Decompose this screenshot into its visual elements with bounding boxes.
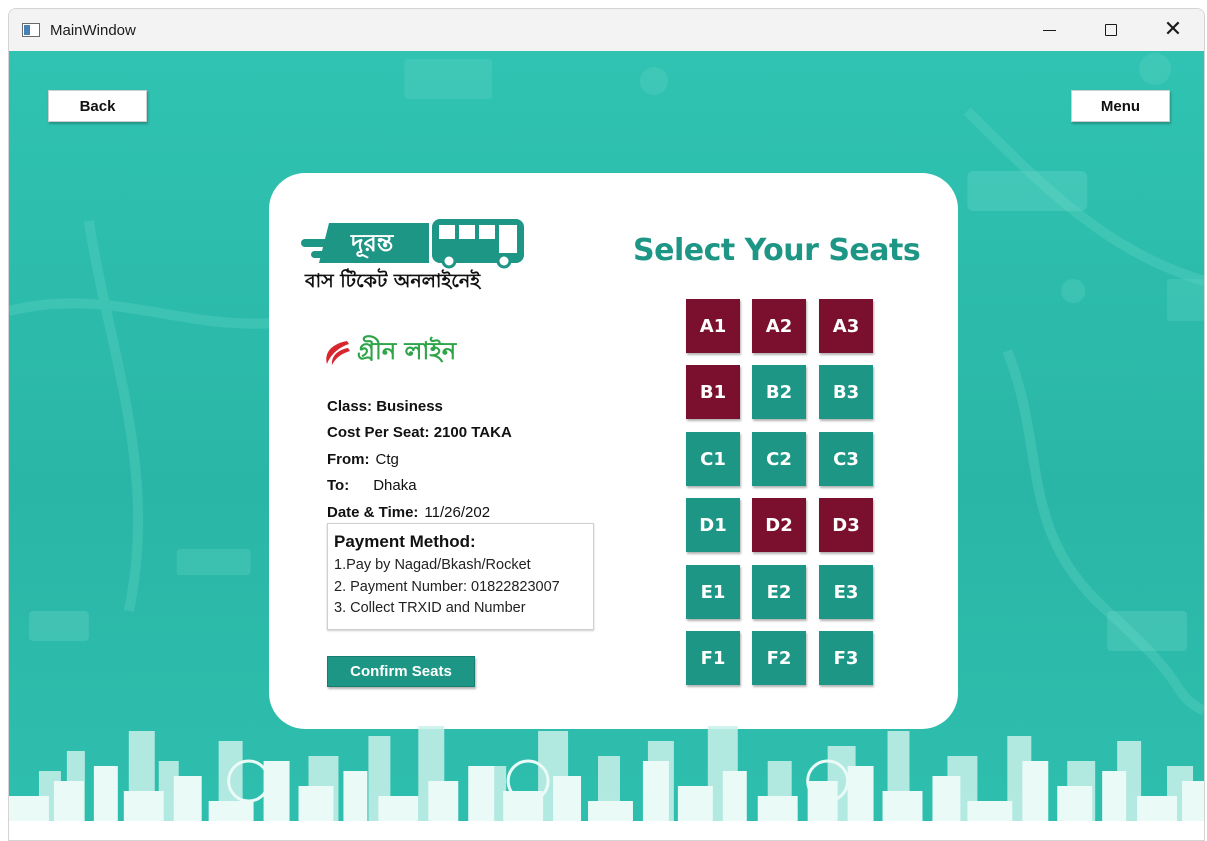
from-row: From: Ctg (327, 446, 512, 473)
app-icon (22, 23, 40, 37)
datetime-row: Date & Time: 11/26/202 (327, 499, 512, 526)
from-label: From: (327, 450, 370, 468)
seat-c3[interactable]: C3 (819, 432, 873, 486)
from-value: Ctg (375, 450, 399, 468)
brand-tagline: বাস টিকেট অনলাইনেই (305, 270, 481, 292)
seat-a2[interactable]: A2 (752, 299, 806, 353)
operator-swoosh-icon (326, 341, 350, 365)
seat-b2[interactable]: B2 (752, 365, 806, 419)
seat-a1[interactable]: A1 (686, 299, 740, 353)
cost-row: Cost Per Seat: 2100 TAKA (327, 420, 512, 447)
payment-line-2: 2. Payment Number: 01822823007 (334, 578, 560, 595)
seat-e2[interactable]: E2 (752, 565, 806, 619)
operator-logo: গ্রীন লাইন (321, 333, 491, 373)
datetime-label: Date & Time: (327, 503, 419, 521)
cost-label: Cost Per Seat: 2100 TAKA (327, 424, 512, 442)
minimize-button[interactable] (1018, 9, 1080, 51)
payment-title: Payment Method: (334, 532, 476, 551)
seat-selection-title: Select Your Seats (633, 233, 921, 268)
seat-e3[interactable]: E3 (819, 565, 873, 619)
trip-info: Class: Business Cost Per Seat: 2100 TAKA… (327, 393, 512, 526)
booking-card: দূরন্ত বাস টিকেট অনলাইনেই গ্রীন লাইন Cla… (269, 173, 958, 729)
seat-d3[interactable]: D3 (819, 498, 873, 552)
maximize-icon (1105, 24, 1117, 36)
close-icon: ✕ (1163, 17, 1183, 42)
window-title: MainWindow (50, 21, 136, 39)
to-value: Dhaka (373, 477, 417, 495)
seat-b1[interactable]: B1 (686, 365, 740, 419)
class-row: Class: Business (327, 393, 512, 420)
to-row: To: Dhaka (327, 473, 512, 500)
datetime-value: 11/26/202 (424, 503, 491, 521)
seat-c1[interactable]: C1 (686, 432, 740, 486)
seat-b3[interactable]: B3 (819, 365, 873, 419)
back-button[interactable]: Back (48, 90, 147, 122)
seat-d1[interactable]: D1 (686, 498, 740, 552)
seat-a3[interactable]: A3 (819, 299, 873, 353)
operator-name: গ্রীন লাইন (357, 337, 457, 365)
seat-e1[interactable]: E1 (686, 565, 740, 619)
menu-button[interactable]: Menu (1071, 90, 1170, 122)
seat-f1[interactable]: F1 (686, 631, 740, 685)
ground-strip (9, 821, 1204, 840)
seat-d2[interactable]: D2 (752, 498, 806, 552)
seat-c2[interactable]: C2 (752, 432, 806, 486)
payment-line-3: 3. Collect TRXID and Number (334, 600, 526, 616)
svg-text:দূরন্ত: দূরন্ত (350, 229, 395, 258)
confirm-seats-button[interactable]: Confirm Seats (327, 656, 475, 687)
payment-line-1: 1.Pay by Nagad/Bkash/Rocket (334, 557, 531, 573)
seat-f3[interactable]: F3 (819, 631, 873, 685)
payment-method-box: Payment Method: 1.Pay by Nagad/Bkash/Roc… (327, 523, 594, 630)
main-window: MainWindow ✕ Back Menu দূরন্ত বাস টিকেট … (8, 8, 1205, 841)
close-button[interactable]: ✕ (1142, 9, 1204, 51)
maximize-button[interactable] (1080, 9, 1142, 51)
to-label: To: (327, 477, 350, 495)
minimize-icon (1042, 29, 1056, 31)
class-label: Class: Business (327, 397, 443, 415)
seat-f2[interactable]: F2 (752, 631, 806, 685)
window-controls: ✕ (1018, 9, 1204, 51)
title-bar[interactable]: MainWindow ✕ (9, 9, 1204, 51)
content-area: Back Menu দূরন্ত বাস টিকেট অনলাইনেই গ্রী… (9, 51, 1204, 840)
